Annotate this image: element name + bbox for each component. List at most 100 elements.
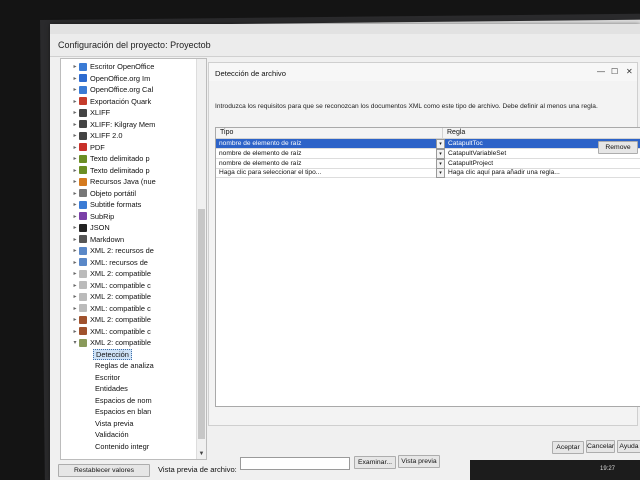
- expand-arrow-icon[interactable]: ▸: [71, 75, 79, 82]
- file-type-icon: [79, 74, 87, 83]
- tree-child-item[interactable]: Reglas de analiza: [93, 360, 156, 372]
- cancel-button[interactable]: Cancelar: [586, 440, 615, 453]
- tree-child-item[interactable]: Validación: [93, 429, 131, 441]
- tree-child-item[interactable]: Vista previa: [93, 418, 135, 430]
- tree-child-item[interactable]: Entidades: [93, 383, 130, 395]
- expand-arrow-icon[interactable]: ▸: [71, 305, 79, 312]
- tree-item[interactable]: ▸ PDF: [71, 142, 105, 154]
- tree-item-label: XML: compatible c: [90, 326, 151, 336]
- expand-arrow-icon[interactable]: ▸: [71, 316, 79, 323]
- tree-item[interactable]: ▸ Subtitle formats: [71, 199, 141, 211]
- expand-arrow-icon[interactable]: ▸: [71, 293, 79, 300]
- tree-item[interactable]: ▸ XLIFF: Kilgray Mem: [71, 119, 155, 131]
- tree-item[interactable]: ▾ XML 2: compatible: [71, 337, 151, 349]
- expand-arrow-icon[interactable]: ▸: [71, 144, 79, 151]
- tree-scrollbar-thumb[interactable]: [198, 209, 205, 439]
- expand-arrow-icon[interactable]: ▸: [71, 224, 79, 231]
- tree-item[interactable]: ▸ XML: recursos de: [71, 257, 147, 269]
- tree-child-item[interactable]: Espacios de nom: [93, 395, 154, 407]
- expand-arrow-icon[interactable]: ▸: [71, 190, 79, 197]
- tree-item[interactable]: ▸ Exportación Quark: [71, 96, 151, 108]
- settings-tree[interactable]: ▼ ▸ Escritor OpenOffice ▸ OpenOffice.org Im…: [60, 58, 207, 460]
- tree-item-label: OpenOffice.org Im: [90, 73, 151, 83]
- tree-child-item[interactable]: Espacios en blan: [93, 406, 153, 418]
- tree-item[interactable]: ▸ OpenOffice.org Im: [71, 73, 150, 85]
- tree-child-item[interactable]: Detección: [93, 348, 132, 361]
- tree-item[interactable]: ▸ SubRip: [71, 211, 114, 223]
- tree-item[interactable]: ▸ JSON: [71, 222, 109, 234]
- expand-arrow-icon[interactable]: ▸: [71, 132, 79, 139]
- help-button[interactable]: Ayuda: [617, 440, 640, 453]
- file-type-icon: [79, 131, 87, 140]
- tree-item-label: XML 2: compatible: [90, 338, 151, 348]
- maximize-icon[interactable]: ☐: [611, 67, 618, 76]
- tree-child-item[interactable]: Escritor: [93, 372, 122, 384]
- expand-arrow-icon[interactable]: ▸: [71, 98, 79, 105]
- tree-child-item[interactable]: Contenido integr: [93, 441, 151, 453]
- rule-type-cell[interactable]: nombre de elemento de raíz: [216, 139, 436, 149]
- close-icon[interactable]: ✕: [626, 67, 633, 76]
- tree-item[interactable]: ▸ Markdown: [71, 234, 124, 246]
- expand-arrow-icon[interactable]: ▸: [71, 178, 79, 185]
- tree-item[interactable]: ▸ XML 2: compatible: [71, 268, 150, 280]
- browse-button[interactable]: Examinar...: [354, 456, 396, 469]
- expand-arrow-icon[interactable]: ▸: [71, 109, 79, 116]
- reset-values-button[interactable]: Restablecer valores: [58, 464, 150, 477]
- rule-type-cell[interactable]: Haga clic para seleccionar el tipo...: [216, 168, 436, 179]
- tree-item[interactable]: ▸ XLIFF 2.0: [71, 130, 122, 142]
- tree-item[interactable]: ▸ Texto delimitado p: [71, 153, 149, 165]
- file-preview-input[interactable]: [240, 457, 350, 470]
- table-row[interactable]: Haga clic para seleccionar el tipo... ▾ Ha…: [216, 168, 640, 179]
- tree-item[interactable]: ▸ XML 2: recursos de: [71, 245, 153, 257]
- tree-item[interactable]: ▸ Objeto portátil: [71, 188, 136, 200]
- table-row[interactable]: nombre de elemento de raíz ▾ CatapultVaria…: [216, 148, 640, 159]
- tree-item[interactable]: ▸ OpenOffice.org Cal: [71, 84, 153, 96]
- expand-arrow-icon[interactable]: ▸: [71, 86, 79, 93]
- tree-item[interactable]: ▸ Recursos Java (nue: [71, 176, 155, 188]
- expand-arrow-icon[interactable]: ▸: [71, 247, 79, 254]
- file-type-icon: [79, 212, 87, 221]
- expand-arrow-icon[interactable]: ▸: [71, 236, 79, 243]
- expand-arrow-icon[interactable]: ▸: [71, 213, 79, 220]
- minimize-icon[interactable]: —: [597, 67, 605, 76]
- tree-item[interactable]: ▸ XML: compatible c: [71, 280, 150, 292]
- remove-button[interactable]: Remove: [598, 141, 638, 154]
- file-type-icon: [79, 108, 87, 117]
- expand-arrow-icon[interactable]: ▸: [71, 121, 79, 128]
- rule-type-cell[interactable]: nombre de elemento de raíz: [216, 149, 436, 159]
- tree-item[interactable]: ▸ Texto delimitado p: [71, 165, 149, 177]
- dropdown-arrow-icon[interactable]: ▾: [436, 158, 445, 169]
- expand-arrow-icon[interactable]: ▾: [71, 339, 79, 346]
- column-header-rule[interactable]: Regla: [443, 128, 640, 139]
- rule-type-cell[interactable]: nombre de elemento de raíz: [216, 159, 436, 169]
- dropdown-arrow-icon[interactable]: ▾: [436, 168, 445, 179]
- tree-item[interactable]: ▸ XML 2: compatible: [71, 314, 150, 326]
- table-row[interactable]: nombre de elemento de raíz ▾ CatapultToc: [216, 139, 640, 149]
- expand-arrow-icon[interactable]: ▸: [71, 282, 79, 289]
- tree-item[interactable]: ▸ XML: compatible c: [71, 326, 151, 338]
- tree-item-label: PDF: [90, 142, 105, 152]
- table-row[interactable]: nombre de elemento de raíz ▾ CatapultProje…: [216, 158, 640, 169]
- dropdown-arrow-icon[interactable]: ▾: [436, 139, 445, 149]
- tree-item[interactable]: ▸ XML 2: compatible: [71, 291, 150, 303]
- rule-value-cell[interactable]: CatapultProject: [445, 159, 640, 169]
- dropdown-arrow-icon[interactable]: ▾: [436, 148, 445, 159]
- rule-value-cell[interactable]: Haga clic aquí para añadir una regla...: [445, 168, 640, 179]
- expand-arrow-icon[interactable]: ▸: [71, 63, 79, 70]
- expand-arrow-icon[interactable]: ▸: [71, 259, 79, 266]
- tree-item[interactable]: ▸ XLIFF: [71, 107, 110, 119]
- column-header-type[interactable]: Tipo: [216, 128, 443, 139]
- tree-scrollbar[interactable]: ▼: [196, 59, 206, 459]
- tree-item[interactable]: ▸ XML: compatible c: [71, 303, 150, 315]
- expand-arrow-icon[interactable]: ▸: [71, 155, 79, 162]
- file-type-icon: [79, 327, 87, 336]
- preview-button[interactable]: Vista previa: [398, 455, 440, 468]
- tree-item[interactable]: ▸ Escritor OpenOffice: [71, 61, 154, 73]
- expand-arrow-icon[interactable]: ▸: [71, 270, 79, 277]
- scroll-down-icon[interactable]: ▼: [197, 450, 206, 459]
- file-type-icon: [79, 338, 87, 347]
- expand-arrow-icon[interactable]: ▸: [71, 201, 79, 208]
- expand-arrow-icon[interactable]: ▸: [71, 167, 79, 174]
- accept-button[interactable]: Aceptar: [552, 441, 584, 454]
- expand-arrow-icon[interactable]: ▸: [71, 328, 79, 335]
